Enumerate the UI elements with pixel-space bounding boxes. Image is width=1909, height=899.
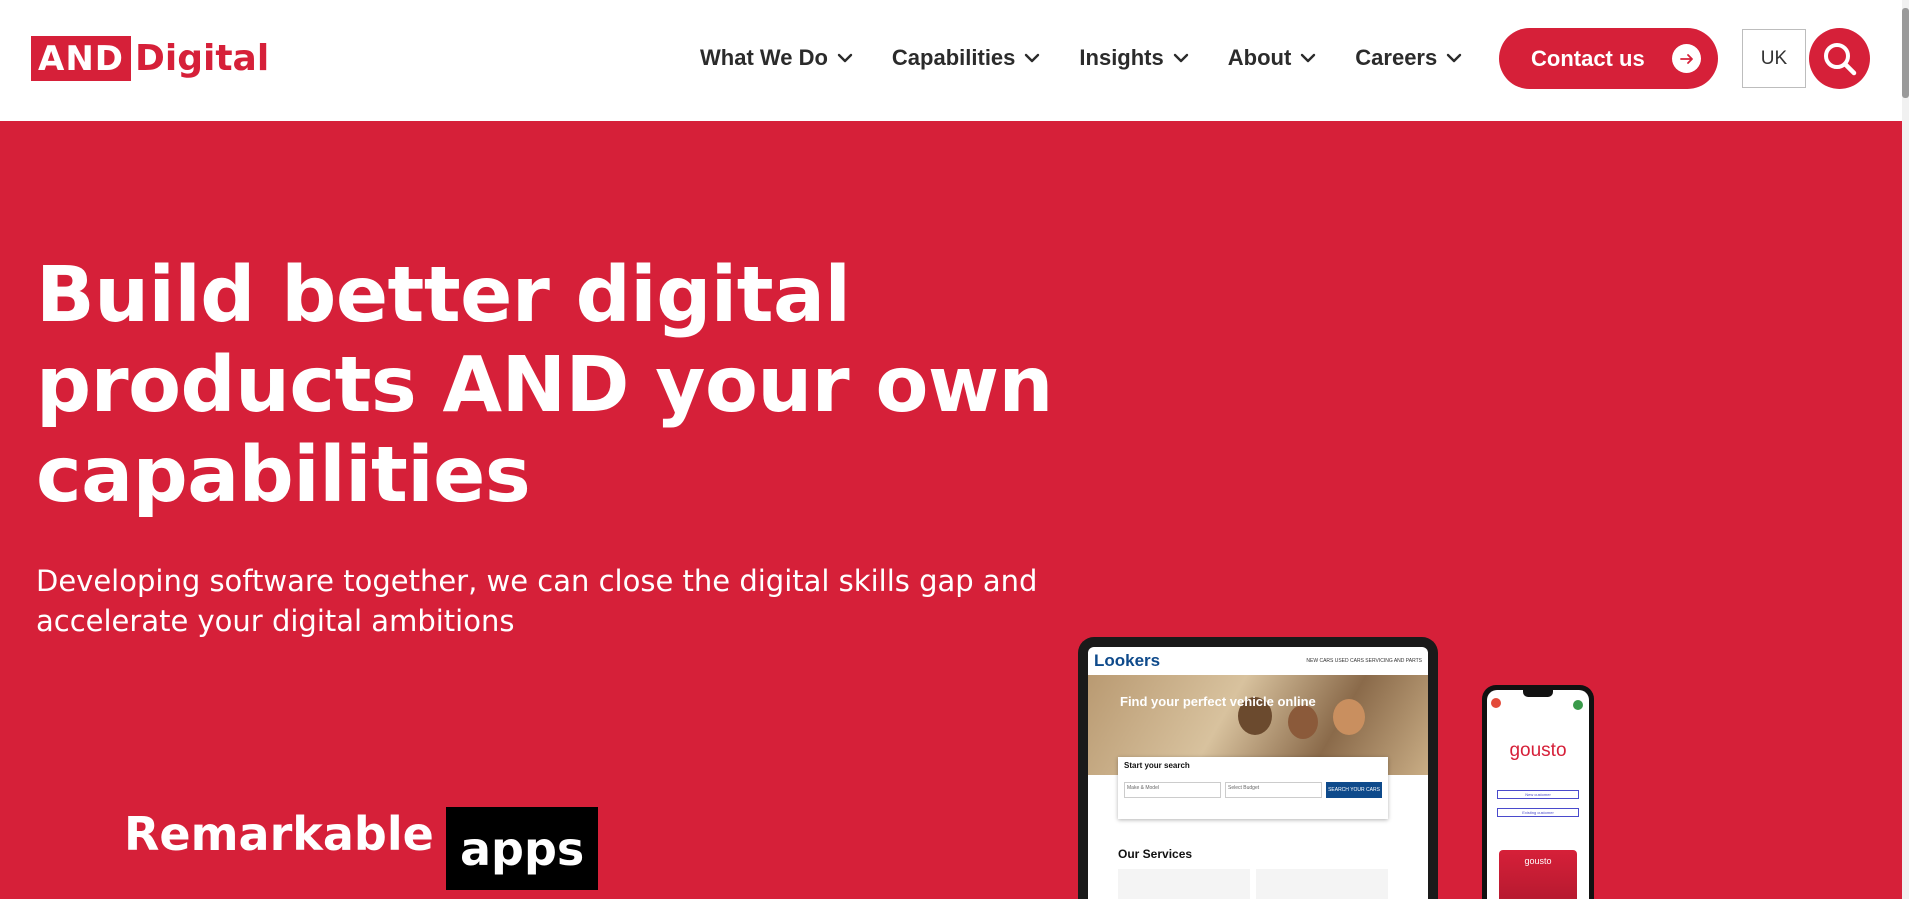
mockup-phone-button: New customer (1497, 790, 1579, 799)
mockup-hero-text: Find your perfect vehicle online (1120, 694, 1316, 709)
main-nav: What We Do Capabilities Insights About C… (700, 38, 1501, 78)
nav-item-careers[interactable]: Careers (1355, 45, 1463, 71)
arrow-right-icon (1672, 44, 1701, 73)
mockup-nav: Lookers NEW CARS USED CARS SERVICING AND… (1088, 647, 1428, 675)
chevron-down-icon (1447, 53, 1462, 63)
mockup-field: Select Budget (1225, 782, 1322, 798)
logo-wordmark: Digital (135, 38, 270, 79)
hero-title: Build better digital products AND your o… (36, 251, 1053, 520)
photo-person (1288, 705, 1318, 739)
mockup-search-card: Start your search Make & Model Select Bu… (1118, 757, 1388, 819)
decor-veg (1573, 700, 1583, 710)
page-scrollbar[interactable] (1902, 0, 1909, 899)
rotating-tagline-word: Remarkable (124, 807, 434, 861)
mockup-search-button: SEARCH YOUR CARS (1326, 782, 1382, 798)
phone-notch (1523, 690, 1553, 697)
mockup-phone-button: Existing customer (1497, 808, 1579, 817)
chevron-down-icon (1301, 53, 1316, 63)
decor-veg (1491, 698, 1501, 708)
mockup-card-row: Make & Model Select Budget SEARCH YOUR C… (1124, 782, 1382, 798)
chevron-down-icon (837, 53, 853, 63)
mockup-services-title: Our Services (1118, 847, 1193, 861)
mockup-nav-links: NEW CARS USED CARS SERVICING AND PARTS (1306, 658, 1422, 664)
nav-item-what-we-do[interactable]: What We Do (700, 45, 854, 71)
chevron-down-icon (1173, 53, 1188, 63)
mockup-services-row (1118, 869, 1388, 899)
site-header: AND Digital What We Do Capabilities Insi… (0, 0, 1902, 121)
and-digital-logo[interactable]: AND Digital (31, 36, 269, 81)
nav-item-label: Capabilities (891, 45, 1016, 70)
mockup-logo: Lookers (1094, 651, 1161, 670)
nav-item-about[interactable]: About (1228, 45, 1318, 71)
tablet-screen: Lookers NEW CARS USED CARS SERVICING AND… (1088, 647, 1428, 899)
nav-item-label: Insights (1079, 45, 1164, 70)
nav-item-label: What We Do (700, 45, 828, 70)
phone-screen: gousto New customer Existing customer go… (1487, 690, 1589, 899)
nav-item-label: About (1227, 45, 1292, 70)
mockup-gousto-box: gousto (1499, 850, 1577, 899)
search-icon (1823, 42, 1856, 75)
mockup-service-card (1118, 869, 1250, 899)
nav-item-capabilities[interactable]: Capabilities (892, 45, 1041, 71)
search-button[interactable] (1809, 28, 1870, 89)
scrollbar-thumb[interactable] (1902, 8, 1909, 98)
mockup-field: Make & Model (1124, 782, 1221, 798)
mockup-service-card (1256, 869, 1388, 899)
mockup-gousto-brand: gousto (1509, 740, 1567, 761)
contact-us-label: Contact us (1531, 45, 1645, 71)
phone-mockup-image: gousto New customer Existing customer go… (1482, 685, 1594, 899)
region-selector-button[interactable]: UK (1742, 29, 1806, 88)
nav-item-insights[interactable]: Insights (1079, 45, 1189, 71)
contact-us-button[interactable]: Contact us (1499, 28, 1718, 89)
logo-mark: AND (31, 36, 131, 81)
hero-section: Build better digital products AND your o… (0, 121, 1902, 899)
mockup-card-title: Start your search (1124, 761, 1190, 770)
mockup-box-label: gousto (1524, 856, 1552, 866)
rotating-tagline-highlight: apps (446, 807, 599, 890)
tablet-mockup-image: Lookers NEW CARS USED CARS SERVICING AND… (1078, 637, 1438, 899)
nav-item-label: Careers (1355, 45, 1438, 70)
photo-person (1333, 699, 1365, 735)
hero-subtitle: Developing software together, we can clo… (36, 564, 1038, 638)
chevron-down-icon (1025, 53, 1040, 63)
